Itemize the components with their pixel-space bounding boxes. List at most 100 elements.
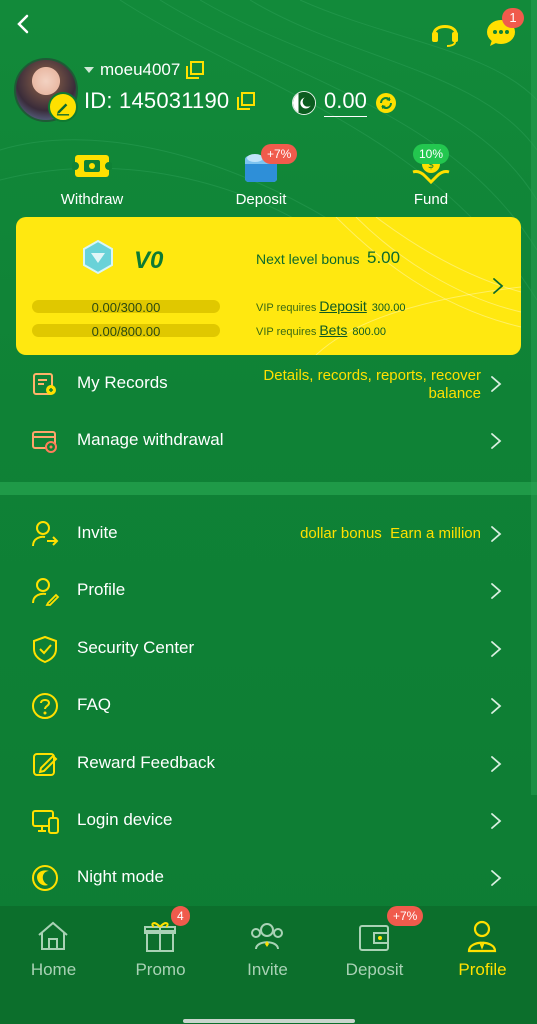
my-records-hint-line1: Details, records, reports, recover bbox=[263, 367, 481, 384]
deposit-req-amount: 300.00 bbox=[371, 302, 406, 314]
tab-home-label: Home bbox=[30, 960, 77, 979]
chevron-right-icon bbox=[491, 376, 502, 392]
my-records-hint: Details, records, reports, recover balan… bbox=[263, 367, 481, 403]
scrollbar[interactable] bbox=[531, 0, 537, 795]
security-center-label: Security Center bbox=[77, 638, 195, 657]
bets-progress-text: 0.00/800.00 bbox=[91, 324, 161, 339]
fund-label: Fund bbox=[413, 191, 449, 208]
fund-badge: 10% bbox=[413, 144, 450, 164]
notification-badge: 1 bbox=[502, 8, 524, 28]
shield-check-icon bbox=[33, 635, 57, 664]
user-share-icon bbox=[32, 521, 59, 547]
tab-profile[interactable]: Profile bbox=[429, 906, 536, 1006]
tab-profile-label: Profile bbox=[458, 960, 507, 979]
balance-row: 0.00 bbox=[292, 88, 397, 117]
menu-my-records[interactable]: My Records Details, records, reports, re… bbox=[0, 356, 537, 412]
devices-icon bbox=[32, 810, 59, 834]
vip-card[interactable]: V0 Next level bonus 5.00 0.00/300.00 0.0… bbox=[16, 217, 521, 355]
tab-invite[interactable]: Invite bbox=[214, 906, 321, 1006]
tab-home[interactable]: Home bbox=[0, 906, 107, 1006]
next-level-bonus: 5.00 bbox=[367, 248, 401, 267]
chevron-right-icon bbox=[491, 433, 502, 449]
pakistan-flag-icon bbox=[292, 90, 316, 115]
caret-down-icon[interactable] bbox=[84, 67, 94, 73]
tab-deposit[interactable]: +7% Deposit bbox=[321, 906, 428, 1006]
deposit-badge: +7% bbox=[261, 144, 298, 164]
bets-req-prefix: VIP requires bbox=[256, 326, 317, 338]
menu-profile[interactable]: Profile bbox=[0, 563, 537, 619]
bets-link[interactable]: Bets bbox=[319, 322, 347, 338]
menu-faq[interactable]: FAQ bbox=[0, 678, 537, 734]
deposit-progress-text: 0.00/300.00 bbox=[91, 300, 161, 315]
my-records-label: My Records bbox=[77, 373, 168, 392]
fund-button[interactable]: $ 10% Fund bbox=[371, 140, 491, 214]
tab-deposit-label: Deposit bbox=[345, 960, 404, 979]
profile-screen: 1 moeu4007 ID: 145031190 0.00 Withdraw +… bbox=[0, 0, 537, 1024]
chevron-left-icon[interactable] bbox=[8, 8, 36, 40]
top-bar: 1 bbox=[0, 0, 537, 52]
ticket-icon bbox=[72, 155, 112, 177]
tab-promo-label: Promo bbox=[135, 960, 186, 979]
next-level-label: Next level bonus bbox=[256, 251, 360, 267]
bets-req-amount: 800.00 bbox=[352, 326, 386, 338]
deposit-requirement: VIP requires Deposit 300.00 bbox=[256, 298, 405, 314]
promo-badge: 4 bbox=[171, 906, 190, 926]
chevron-right-icon bbox=[491, 641, 502, 657]
group-icon bbox=[251, 923, 283, 950]
copy-id-icon[interactable] bbox=[237, 92, 256, 110]
profile-label: Profile bbox=[77, 580, 126, 599]
deposit-req-prefix: VIP requires bbox=[256, 302, 317, 314]
chevron-right-icon bbox=[491, 526, 502, 542]
deposit-tab-badge: +7% bbox=[387, 906, 424, 926]
vip-level: V0 bbox=[134, 247, 164, 274]
id-row: ID: 145031190 bbox=[84, 88, 256, 114]
login-device-label: Login device bbox=[77, 810, 173, 829]
records-icon bbox=[33, 373, 56, 395]
chevron-right-icon bbox=[491, 756, 502, 772]
withdraw-button[interactable]: Withdraw bbox=[32, 140, 152, 214]
invite-label: Invite bbox=[77, 523, 118, 542]
copy-icon[interactable] bbox=[186, 61, 205, 79]
balance-amount: 0.00 bbox=[324, 88, 367, 117]
chevron-right-icon[interactable] bbox=[491, 276, 505, 296]
chevron-right-icon bbox=[491, 698, 502, 714]
deposit-link[interactable]: Deposit bbox=[319, 298, 366, 314]
menu-night-mode[interactable]: Night mode bbox=[0, 850, 537, 906]
invite-hint: dollar bonus Earn a million bbox=[300, 525, 481, 542]
moon-icon bbox=[32, 865, 58, 891]
reward-feedback-label: Reward Feedback bbox=[77, 753, 215, 772]
vip-diamond-icon bbox=[83, 239, 113, 275]
edit-avatar-icon[interactable] bbox=[48, 92, 78, 122]
profile-header: moeu4007 ID: 145031190 0.00 bbox=[0, 52, 537, 132]
menu-security-center[interactable]: Security Center bbox=[0, 621, 537, 677]
tab-invite-label: Invite bbox=[247, 960, 288, 979]
card-settings-icon bbox=[32, 431, 57, 453]
user-edit-icon bbox=[32, 578, 60, 606]
chevron-right-icon bbox=[491, 813, 502, 829]
withdraw-label: Withdraw bbox=[60, 191, 124, 208]
night-mode-label: Night mode bbox=[77, 867, 164, 886]
menu-reward-feedback[interactable]: Reward Feedback bbox=[0, 736, 537, 792]
deposit-button[interactable]: +7% Deposit bbox=[201, 140, 321, 214]
home-indicator[interactable] bbox=[183, 1019, 355, 1023]
faq-label: FAQ bbox=[77, 695, 112, 714]
refresh-icon[interactable] bbox=[375, 92, 397, 114]
chevron-right-icon bbox=[491, 583, 502, 599]
menu-invite[interactable]: Invite dollar bonus Earn a million bbox=[0, 506, 537, 562]
home-icon bbox=[38, 921, 68, 950]
quick-actions: Withdraw +7% Deposit $ 10% Fund bbox=[0, 140, 537, 214]
deposit-label: Deposit bbox=[235, 191, 287, 208]
tab-promo[interactable]: 4 Promo bbox=[107, 906, 214, 1006]
bets-requirement: VIP requires Bets 800.00 bbox=[256, 322, 386, 338]
menu-login-device[interactable]: Login device bbox=[0, 793, 537, 849]
menu-manage-withdrawal[interactable]: Manage withdrawal bbox=[0, 413, 537, 469]
manage-withdrawal-label: Manage withdrawal bbox=[77, 430, 224, 449]
chevron-right-icon bbox=[491, 870, 502, 886]
user-icon bbox=[467, 920, 497, 953]
user-id: ID: 145031190 bbox=[84, 88, 230, 113]
username-row: moeu4007 bbox=[84, 60, 205, 80]
bottom-tab-bar: Home 4 Promo Invite +7% Deposit Profile bbox=[0, 906, 537, 1024]
headset-icon[interactable] bbox=[428, 16, 462, 48]
my-records-hint-line2: balance bbox=[428, 385, 481, 402]
username: moeu4007 bbox=[100, 60, 181, 79]
